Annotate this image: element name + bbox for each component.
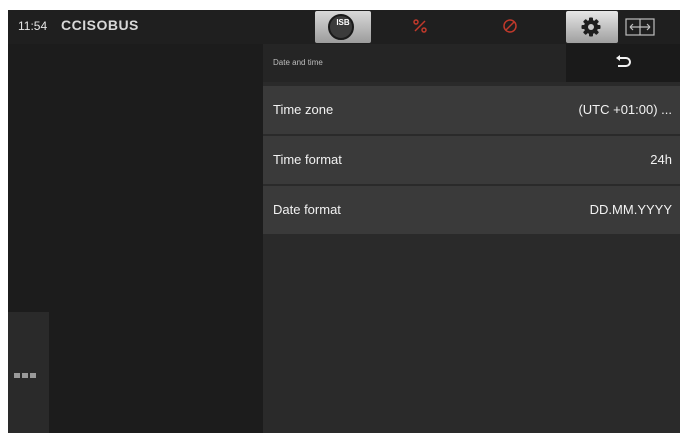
- time-zone-row[interactable]: Time zone (UTC +01:00) ...: [263, 86, 680, 134]
- swap-screen-icon[interactable]: [625, 18, 655, 41]
- menu-dots-icon: [14, 373, 36, 378]
- clock: 11:54: [18, 19, 48, 33]
- back-button[interactable]: [566, 44, 680, 82]
- page-title: Date and time: [273, 58, 323, 67]
- status-bar: 11:54 CCISOBUS ISB: [8, 10, 680, 44]
- gear-icon: [581, 17, 601, 37]
- no-drive-icon[interactable]: [502, 18, 518, 39]
- terminal-screen: 11:54 CCISOBUS ISB Date and time Time zo…: [8, 10, 680, 433]
- row-value: DD.MM.YYYY: [589, 202, 672, 217]
- isb-label: ISB: [336, 18, 350, 27]
- row-label: Time zone: [273, 102, 334, 117]
- settings-button[interactable]: [566, 11, 618, 43]
- isb-button[interactable]: ISB: [315, 11, 371, 43]
- settings-panel: Date and time Time zone (UTC +01:00) ...…: [263, 44, 680, 433]
- row-label: Time format: [273, 152, 342, 167]
- percent-off-icon[interactable]: [412, 18, 428, 39]
- row-value: 24h: [650, 152, 672, 167]
- left-panel: [8, 44, 263, 433]
- row-label: Date format: [273, 202, 341, 217]
- row-value: (UTC +01:00) ...: [578, 102, 672, 117]
- app-menu-tab[interactable]: [8, 312, 49, 433]
- back-arrow-icon: [616, 55, 631, 67]
- date-format-row[interactable]: Date format DD.MM.YYYY: [263, 186, 680, 234]
- isobus-logo: CCISOBUS: [61, 17, 139, 33]
- time-format-row[interactable]: Time format 24h: [263, 136, 680, 184]
- settings-header: Date and time: [263, 44, 680, 82]
